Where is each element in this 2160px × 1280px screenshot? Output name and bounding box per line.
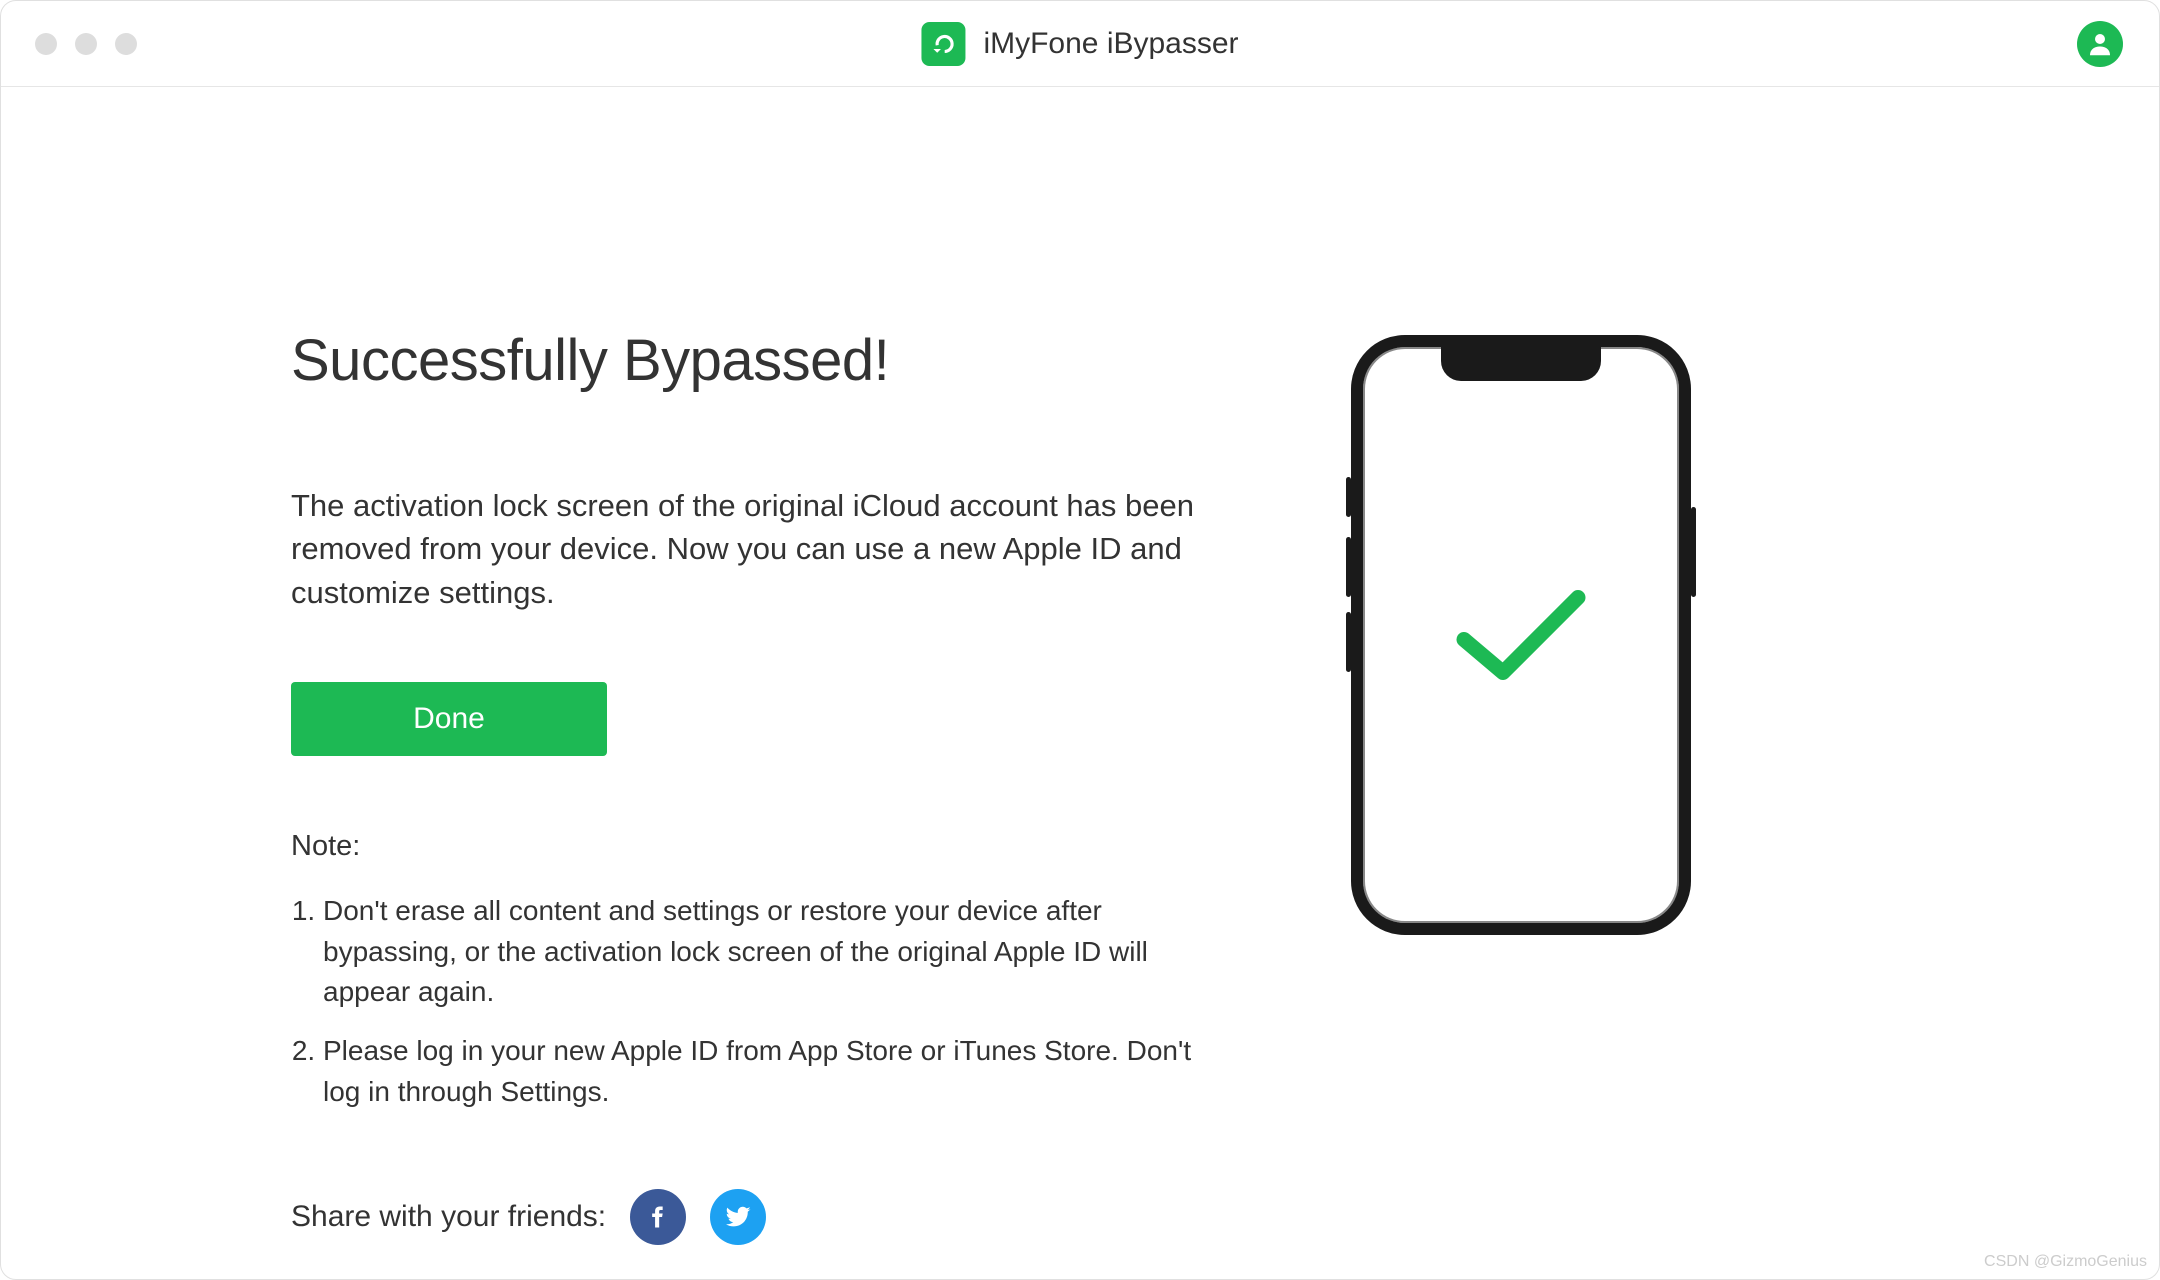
- note-label: Note:: [291, 830, 1231, 863]
- minimize-window-button[interactable]: [75, 33, 97, 55]
- phone-side-button: [1346, 477, 1351, 517]
- facebook-share-button[interactable]: [630, 1189, 686, 1245]
- checkmark-icon: [1446, 580, 1596, 690]
- done-button[interactable]: Done: [291, 682, 607, 756]
- note-item: Please log in your new Apple ID from App…: [323, 1031, 1211, 1112]
- app-window: iMyFone iBypasser Successfully Bypassed!…: [0, 0, 2160, 1280]
- phone-side-button: [1346, 612, 1351, 672]
- watermark-text: CSDN @GizmoGenius: [1984, 1253, 2147, 1271]
- close-window-button[interactable]: [35, 33, 57, 55]
- right-column: [1351, 327, 1691, 1130]
- left-column: Successfully Bypassed! The activation lo…: [291, 327, 1231, 1130]
- facebook-icon: [644, 1203, 672, 1231]
- notes-list: Don't erase all content and settings or …: [291, 891, 1211, 1112]
- phone-side-button: [1346, 537, 1351, 597]
- description-text: The activation lock screen of the origin…: [291, 484, 1211, 614]
- content-area: Successfully Bypassed! The activation lo…: [1, 87, 2159, 1130]
- window-controls: [35, 33, 137, 55]
- twitter-icon: [723, 1202, 753, 1232]
- phone-notch: [1441, 347, 1601, 381]
- note-item: Don't erase all content and settings or …: [323, 891, 1211, 1013]
- share-label: Share with your friends:: [291, 1200, 606, 1234]
- titlebar: iMyFone iBypasser: [1, 1, 2159, 87]
- app-title: iMyFone iBypasser: [983, 27, 1238, 61]
- app-logo-icon: [921, 22, 965, 66]
- phone-side-button: [1691, 507, 1696, 597]
- twitter-share-button[interactable]: [710, 1189, 766, 1245]
- title-center: iMyFone iBypasser: [921, 22, 1238, 66]
- phone-illustration: [1351, 335, 1691, 935]
- share-section: Share with your friends:: [291, 1189, 766, 1245]
- page-heading: Successfully Bypassed!: [291, 327, 1231, 394]
- maximize-window-button[interactable]: [115, 33, 137, 55]
- profile-button[interactable]: [2077, 21, 2123, 67]
